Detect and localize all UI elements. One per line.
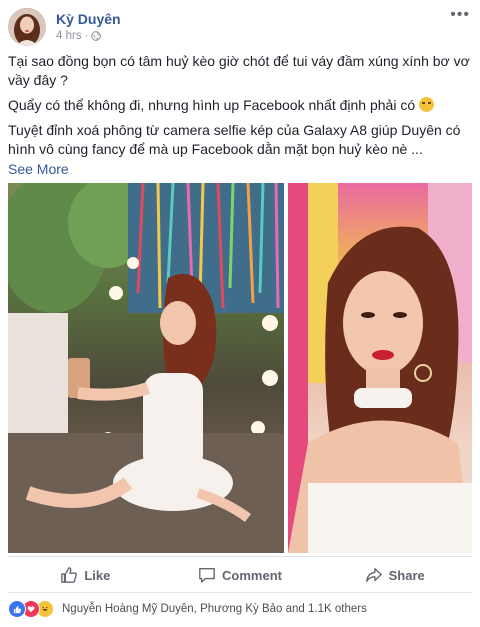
smirk-emoji-icon xyxy=(419,97,434,112)
photo-1-image xyxy=(8,183,284,553)
photo-2-image xyxy=(288,183,472,553)
post-paragraph-2-text: Quẩy có thể không đi, nhưng hình up Face… xyxy=(8,97,416,113)
facebook-post: Kỳ Duyên 4 hrs · ••• Tại sao đồng bọn có… xyxy=(0,0,480,627)
share-button[interactable]: Share xyxy=(317,560,472,590)
post-meta: 4 hrs · xyxy=(56,30,102,42)
reaction-icons[interactable] xyxy=(8,600,54,618)
photo-grid xyxy=(8,183,472,553)
like-reaction-icon xyxy=(8,600,26,618)
reactions-text[interactable]: Nguyễn Hoàng Mỹ Duyên, Phương Kỳ Bảo and… xyxy=(62,603,367,615)
post-time[interactable]: 4 hrs xyxy=(56,30,82,42)
comment-icon xyxy=(199,568,215,583)
comment-label: Comment xyxy=(222,567,282,583)
like-label: Like xyxy=(84,567,111,583)
more-options-icon[interactable]: ••• xyxy=(450,7,470,23)
post-paragraph-3: Tuyệt đỉnh xoá phông từ camera selfie ké… xyxy=(8,122,461,157)
post-paragraph-2: Quẩy có thể không đi, nhưng hình up Face… xyxy=(8,96,470,115)
comment-button[interactable]: Comment xyxy=(163,560,318,590)
photo-full-body-selfie[interactable] xyxy=(8,183,284,553)
reactions-summary: Nguyễn Hoàng Mỹ Duyên, Phương Kỳ Bảo and… xyxy=(8,598,472,620)
action-bar: Like Comment Share xyxy=(8,560,472,590)
see-more-link[interactable]: See More xyxy=(8,160,470,179)
thumbs-up-icon xyxy=(61,567,78,583)
share-arrow-icon xyxy=(365,568,382,582)
share-label: Share xyxy=(388,567,425,583)
post-paragraph-1: Tại sao đồng bọn có tâm huỷ kèo giờ chót… xyxy=(8,53,470,88)
author-avatar[interactable] xyxy=(8,8,46,46)
author-name[interactable]: Kỳ Duyên xyxy=(56,11,121,27)
post-text: Tại sao đồng bọn có tâm huỷ kèo giờ chót… xyxy=(8,52,470,179)
divider-bottom xyxy=(8,592,472,593)
divider-top xyxy=(8,556,472,557)
photo-portrait-bokeh[interactable] xyxy=(288,183,472,553)
globe-icon[interactable] xyxy=(91,31,102,41)
post-header: Kỳ Duyên 4 hrs · ••• xyxy=(8,7,472,48)
avatar-image xyxy=(8,8,46,46)
like-button[interactable]: Like xyxy=(8,560,163,590)
